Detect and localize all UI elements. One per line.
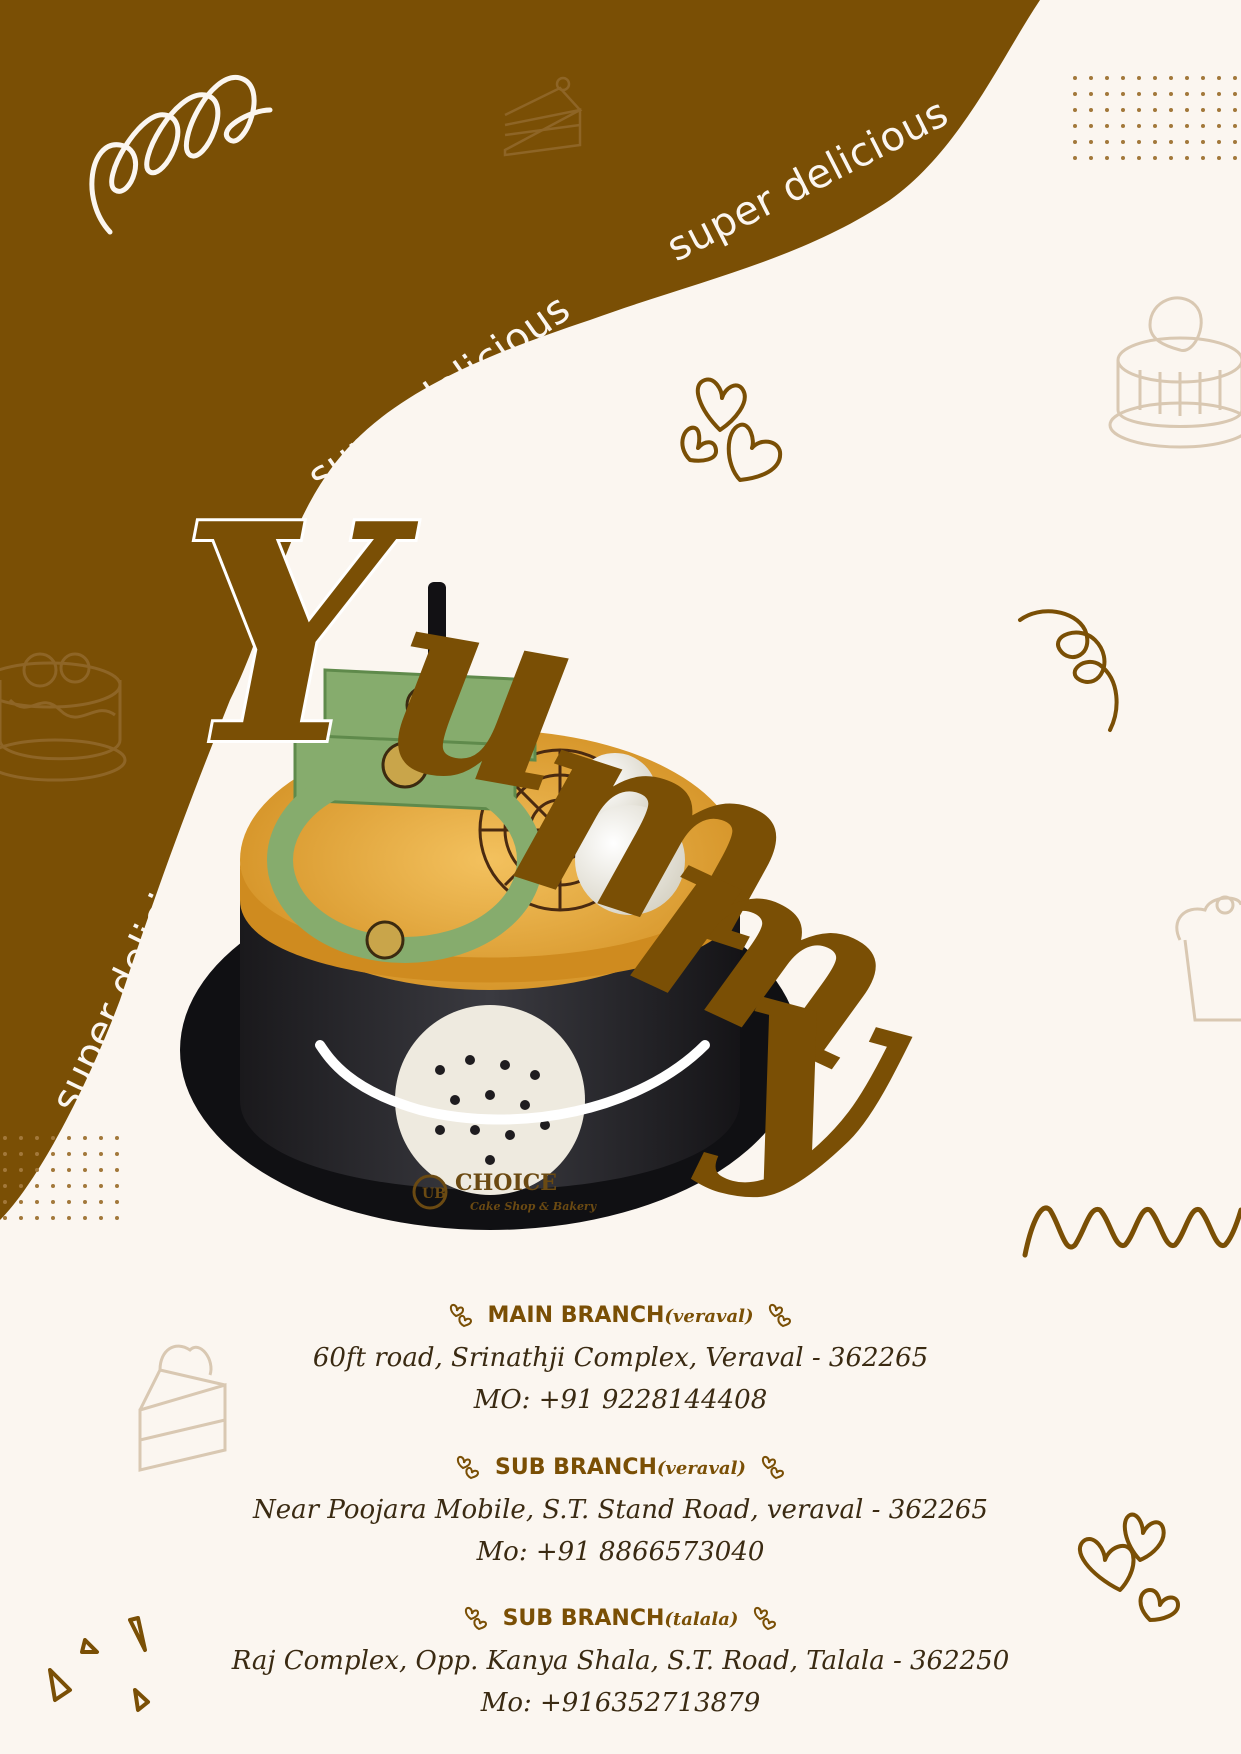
headline-yummy: Y Y u m m y	[177, 455, 943, 1234]
hearts-icon	[464, 1606, 487, 1631]
hearts-icon	[761, 1455, 784, 1480]
branch-address: Near Poojara Mobile, S.T. Stand Road, ve…	[253, 1495, 988, 1525]
poster: super delicious super delicious super de…	[0, 0, 1241, 1754]
branch-address: Raj Complex, Opp. Kanya Shala, S.T. Road…	[231, 1646, 1010, 1676]
branch-title: MAIN BRANCH(veraval)	[444, 1298, 798, 1332]
branch-address: 60ft road, Srinathji Complex, Veraval - …	[312, 1343, 929, 1373]
branch-sub-veraval: SUB BRANCH(veraval) Near Poojara Mobile,…	[0, 1450, 1241, 1573]
hearts-icon	[449, 1303, 472, 1328]
branch-phone[interactable]: MO: +91 9228144408	[0, 1379, 1241, 1421]
branch-main: MAIN BRANCH(veraval) 60ft road, Srinathj…	[0, 1298, 1241, 1421]
branch-phone[interactable]: Mo: +91 8866573040	[0, 1531, 1241, 1573]
hearts-icon	[769, 1303, 792, 1328]
hearts-icon	[456, 1455, 480, 1480]
branch-sub-talala: SUB BRANCH(talala) Raj Complex, Opp. Kan…	[0, 1601, 1241, 1724]
hearts-icon	[754, 1606, 777, 1631]
branch-phone[interactable]: Mo: +916352713879	[0, 1682, 1241, 1724]
branch-title: SUB BRANCH(veraval)	[451, 1450, 790, 1484]
branch-title: SUB BRANCH(talala)	[459, 1601, 783, 1635]
